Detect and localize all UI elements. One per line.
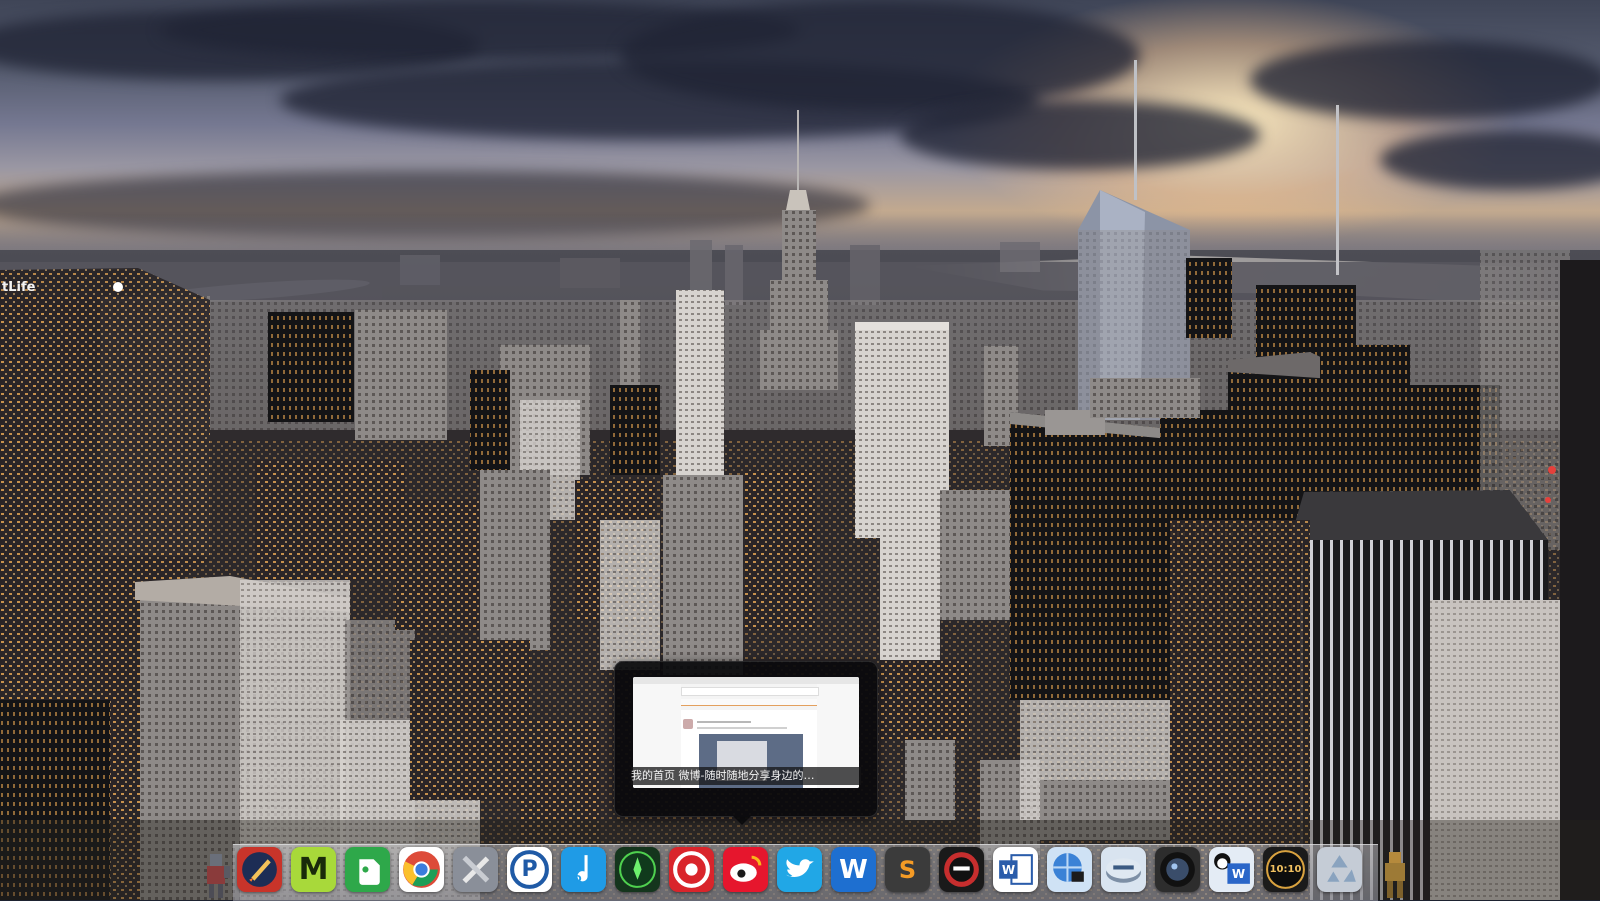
ninja-icon bbox=[944, 852, 979, 887]
dock-app-game-green[interactable] bbox=[615, 847, 660, 892]
disk-icon bbox=[1106, 858, 1141, 883]
dock-app-p-app-1[interactable]: P bbox=[507, 847, 552, 892]
preview-window-title: 我的首页 微博-随时随地分享身边的… bbox=[631, 767, 861, 785]
golden-robot-figurine-icon bbox=[1385, 852, 1405, 898]
dock-app-label: 10:10 bbox=[1269, 864, 1302, 875]
dock-app-label: P bbox=[521, 857, 538, 882]
dock-app-ms-word[interactable]: W bbox=[993, 847, 1038, 892]
dock-app-label: W bbox=[1231, 866, 1246, 881]
dock: M P D W S W W 10:10 bbox=[237, 847, 1362, 897]
dock-app-rocket[interactable] bbox=[237, 847, 282, 892]
dock-app-label: W bbox=[839, 854, 868, 885]
green-emblem-icon bbox=[619, 851, 656, 888]
dock-app-sublime[interactable]: S bbox=[885, 847, 930, 892]
dock-app-label: S bbox=[898, 855, 917, 884]
dock-app-mindmap[interactable]: M bbox=[291, 847, 336, 892]
dock-app-word-w[interactable]: W bbox=[831, 847, 876, 892]
dock-app-ninja[interactable] bbox=[939, 847, 984, 892]
dock-app-evernote[interactable] bbox=[345, 847, 390, 892]
window-preview-popup[interactable]: 我的首页 微博-随时随地分享身边的… bbox=[614, 661, 878, 825]
metlife-billboard: tLife bbox=[2, 280, 36, 295]
dock-app-label: M bbox=[298, 852, 329, 887]
dock-app-label: D bbox=[573, 874, 582, 885]
robot-figurine-icon bbox=[207, 854, 230, 898]
weibo-icon bbox=[730, 855, 762, 882]
dock-app-globe-lock[interactable] bbox=[1047, 847, 1092, 892]
twitter-icon bbox=[786, 859, 814, 877]
rocket-icon bbox=[242, 852, 277, 887]
globe-lock-icon bbox=[1053, 853, 1084, 882]
dock-app-clock[interactable]: 10:10 bbox=[1263, 847, 1308, 892]
dock-app-music-d[interactable]: D bbox=[561, 847, 606, 892]
chrome-icon bbox=[403, 851, 440, 888]
dock-app-disk-util[interactable] bbox=[1101, 847, 1146, 892]
dock-app-qq-word[interactable]: W bbox=[1209, 847, 1254, 892]
netease-music-icon bbox=[673, 851, 710, 888]
dock-app-camera[interactable] bbox=[1155, 847, 1200, 892]
dock-app-weibo[interactable] bbox=[723, 847, 768, 892]
word-doc-icon bbox=[999, 854, 1033, 885]
camera-lens-icon bbox=[1160, 852, 1195, 887]
dock-app-label: W bbox=[1001, 862, 1016, 877]
dock-app-recycle[interactable] bbox=[1317, 847, 1362, 892]
evernote-icon bbox=[359, 859, 380, 885]
music-note-icon bbox=[577, 855, 588, 882]
dock-app-netease-music[interactable] bbox=[669, 847, 714, 892]
dock-app-utilities[interactable] bbox=[453, 847, 498, 892]
dock-app-twitter[interactable] bbox=[777, 847, 822, 892]
tools-icon bbox=[462, 855, 490, 884]
dock-app-chrome[interactable] bbox=[399, 847, 444, 892]
recycle-icon bbox=[1327, 855, 1356, 882]
